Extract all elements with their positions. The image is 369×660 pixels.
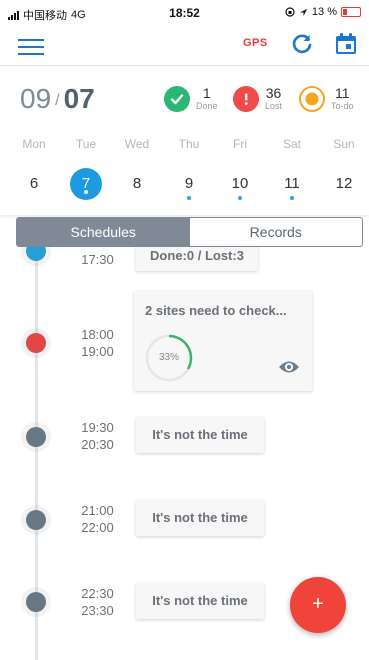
schedule-card-active[interactable]: 2 sites need to check... 33%	[134, 291, 312, 391]
tab-schedules[interactable]: Schedules	[17, 218, 190, 246]
timeline-time-end: 22:00	[81, 520, 114, 535]
timeline-time-end: 19:00	[81, 344, 114, 359]
date-12[interactable]: 12	[324, 175, 364, 192]
timeline-node-pending	[21, 587, 51, 617]
stat-lost[interactable]: 36 Lost	[233, 85, 282, 112]
selected-date-dot	[84, 190, 88, 194]
weekday-sun: Sun	[333, 137, 355, 151]
stat-lost-value: 36	[265, 85, 282, 101]
app-bar: GPS	[0, 26, 369, 66]
schedule-card[interactable]: It's not the time	[136, 500, 264, 536]
current-date: 09/07	[20, 83, 95, 115]
gps-indicator[interactable]: GPS	[243, 37, 268, 49]
eye-icon[interactable]	[278, 359, 300, 375]
stat-lost-label: Lost	[265, 101, 283, 111]
event-dot-9	[187, 196, 191, 200]
stat-todo[interactable]: 11 To-do	[299, 85, 354, 112]
menu-icon[interactable]	[18, 38, 44, 56]
todo-circle-icon	[299, 85, 325, 112]
timeline-node-pending	[21, 505, 51, 535]
date-separator: /	[55, 91, 60, 109]
weekday-mon: Mon	[22, 137, 46, 151]
stat-done-label: Done	[196, 101, 218, 111]
timeline-node-active	[21, 328, 51, 358]
stat-done-text: 1 Done	[196, 85, 218, 112]
status-bar: 中国移动 4G 18:52 13 %	[0, 0, 369, 26]
weekday-tue: Tue	[75, 137, 97, 151]
schedule-card[interactable]: It's not the time	[136, 583, 264, 619]
check-circle-icon	[164, 85, 190, 112]
tab-records[interactable]: Records	[190, 218, 363, 246]
stat-todo-text: 11 To-do	[331, 85, 354, 112]
date-day: 07	[63, 83, 95, 114]
timeline-time-start: 22:30	[81, 586, 114, 601]
weekday-sat: Sat	[282, 137, 301, 151]
date-11[interactable]: 11	[272, 175, 312, 192]
date-month: 09	[20, 83, 52, 114]
card-title: 2 sites need to check...	[145, 303, 287, 318]
date-6[interactable]: 6	[14, 175, 54, 192]
timeline-time-end: 23:30	[81, 603, 114, 618]
stat-lost-text: 36 Lost	[265, 85, 282, 112]
timeline-time-end: 20:30	[81, 437, 114, 452]
schedule-card[interactable]: Done:0 / Lost:3	[136, 247, 258, 271]
date-10[interactable]: 10	[220, 175, 260, 192]
lock-rotation-icon	[285, 7, 295, 17]
refresh-icon[interactable]	[290, 32, 314, 56]
event-dot-10	[238, 196, 242, 200]
alert-circle-icon	[233, 85, 259, 112]
date-7-selected[interactable]: 7	[70, 168, 102, 200]
weekday-thu: Thu	[178, 137, 200, 151]
timeline-time-start: 21:00	[81, 503, 114, 518]
status-right: 13 %	[285, 6, 361, 18]
location-arrow-icon	[299, 8, 308, 16]
date-9[interactable]: 9	[169, 175, 209, 192]
schedule-card[interactable]: It's not the time	[136, 417, 264, 453]
weekday-wed: Wed	[124, 137, 150, 151]
progress-percent: 33%	[158, 352, 179, 363]
calendar-icon[interactable]	[334, 32, 358, 56]
battery-percent: 13 %	[311, 6, 337, 18]
date-8[interactable]: 8	[117, 175, 157, 192]
timeline-time-end: 17:30	[81, 252, 114, 267]
stat-done[interactable]: 1 Done	[164, 85, 218, 112]
timeline-time-start: 19:30	[81, 420, 114, 435]
add-button[interactable]: +	[290, 577, 346, 633]
weekday-fri: Fri	[233, 137, 247, 151]
timeline-node-done	[21, 247, 51, 266]
stat-todo-value: 11	[334, 85, 350, 101]
timeline-node-pending	[21, 422, 51, 452]
date-header: 09/07 1 Done 36 Lost 11 To-do Mon Tue We…	[0, 67, 369, 215]
view-tabs: Schedules Records	[16, 217, 363, 247]
timeline-time-start: 18:00	[81, 327, 114, 342]
event-dot-11	[290, 196, 294, 200]
battery-icon	[341, 7, 361, 17]
stat-todo-label: To-do	[331, 101, 354, 111]
stat-done-value: 1	[202, 85, 211, 101]
